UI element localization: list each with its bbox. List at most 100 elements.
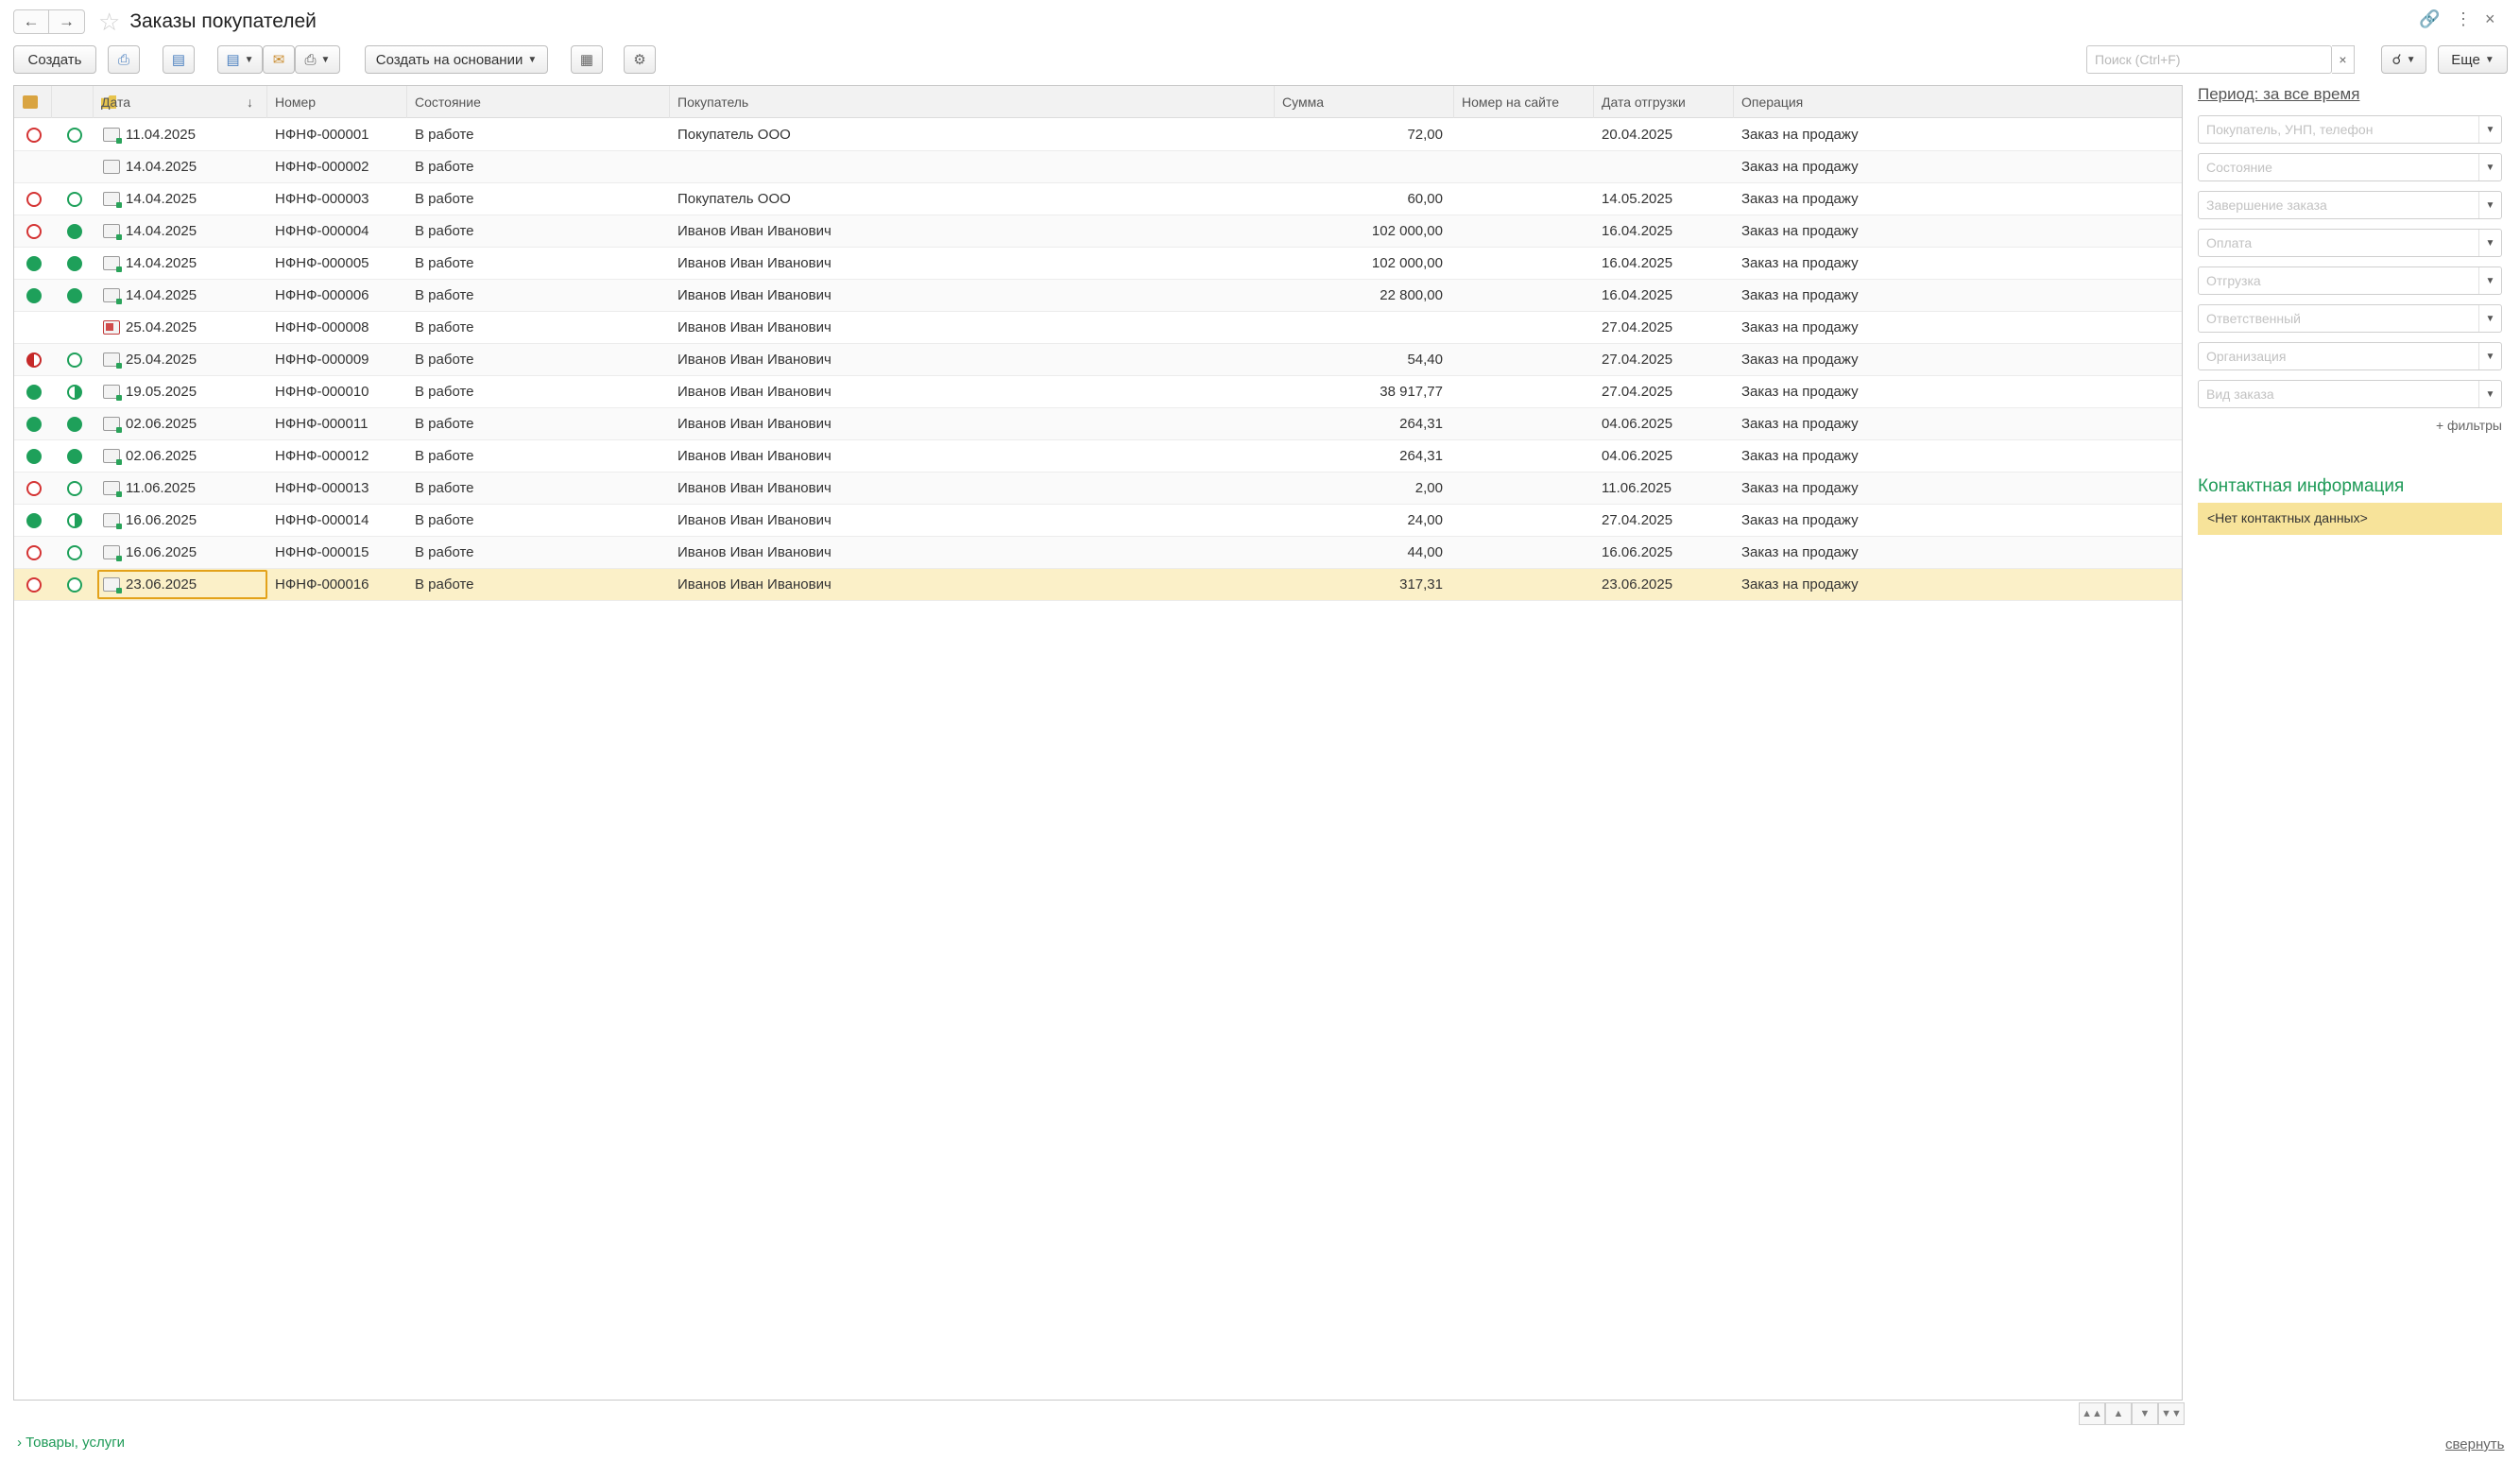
create-based-button[interactable]: Создать на основании ▼ <box>365 45 548 74</box>
table-row[interactable]: 16.06.2025 НФНФ-000015 В работе Иванов Иван… <box>14 537 2182 569</box>
table-row[interactable]: 11.04.2025 НФНФ-000001 В работе Покупатель … <box>14 119 2182 151</box>
shipment-status-icon <box>67 577 82 593</box>
search-clear-button[interactable]: × <box>2332 45 2355 74</box>
header-state[interactable]: Состояние <box>407 86 670 118</box>
payment-status-icon <box>26 449 42 464</box>
cell-op: Заказ на продажу <box>1741 576 1859 593</box>
page-title: Заказы покупателей <box>129 10 317 32</box>
chevron-down-icon[interactable]: ▼ <box>2478 230 2501 256</box>
shipment-status-icon <box>67 224 82 239</box>
header-sum[interactable]: Сумма <box>1275 86 1454 118</box>
filter-field[interactable]: Состояние ▼ <box>2198 153 2502 181</box>
star-icon[interactable]: ☆ <box>98 9 120 34</box>
search-button[interactable]: ☌ ▼ <box>2381 45 2426 74</box>
table-row[interactable]: 16.06.2025 НФНФ-000014 В работе Иванов Иван… <box>14 505 2182 537</box>
filter-field[interactable]: Ответственный ▼ <box>2198 304 2502 333</box>
cell-number: НФНФ-000014 <box>275 512 369 528</box>
structure-button[interactable]: ▦ <box>571 45 603 74</box>
header-site-number[interactable]: Номер на сайте <box>1454 86 1594 118</box>
scroll-bottom-button[interactable]: ▼▼ <box>2158 1402 2185 1425</box>
cell-buyer: Иванов Иван Иванович <box>677 576 831 593</box>
table-row[interactable]: 23.06.2025 НФНФ-000016 В работе Иванов Иван… <box>14 569 2182 601</box>
cell-date: 16.06.2025 <box>126 512 197 528</box>
cell-state: В работе <box>415 319 474 335</box>
close-icon[interactable]: × <box>2485 9 2495 29</box>
header-status-col[interactable] <box>14 86 52 118</box>
cell-ship: 27.04.2025 <box>1602 512 1673 528</box>
report-button[interactable]: ▤ <box>163 45 195 74</box>
more-button[interactable]: Еще ▼ <box>2438 45 2508 74</box>
create-button[interactable]: Создать <box>13 45 96 74</box>
search-input[interactable]: Поиск (Ctrl+F) <box>2086 45 2332 74</box>
cell-op: Заказ на продажу <box>1741 448 1859 464</box>
header-ship-date[interactable]: Дата отгрузки <box>1594 86 1734 118</box>
back-button[interactable]: ← <box>13 9 49 34</box>
chevron-down-icon[interactable]: ▼ <box>2478 305 2501 332</box>
cell-buyer: Иванов Иван Иванович <box>677 352 831 368</box>
copy-button[interactable]: ⎙ <box>108 45 140 74</box>
payment-status-icon <box>26 417 42 432</box>
table-row[interactable]: 19.05.2025 НФНФ-000010 В работе Иванов Иван… <box>14 376 2182 408</box>
shipment-status-icon <box>67 513 82 528</box>
more-filters-link[interactable]: + фильтры <box>2436 418 2502 433</box>
header-operation[interactable]: Операция <box>1734 86 2184 118</box>
payment-status-icon <box>26 385 42 400</box>
more-vertical-icon[interactable]: ⋮ <box>2455 9 2472 29</box>
table-row[interactable]: 14.04.2025 НФНФ-000003 В работе Покупатель … <box>14 183 2182 215</box>
table-row[interactable]: 11.06.2025 НФНФ-000013 В работе Иванов Иван… <box>14 473 2182 505</box>
filter-field[interactable]: Вид заказа ▼ <box>2198 380 2502 408</box>
header-buyer[interactable]: Покупатель <box>670 86 1275 118</box>
collapse-link[interactable]: свернуть <box>2445 1436 2504 1452</box>
cell-number: НФНФ-000001 <box>275 127 369 143</box>
scroll-top-button[interactable]: ▲▲ <box>2079 1402 2105 1425</box>
table-row[interactable]: 14.04.2025 НФНФ-000005 В работе Иванов Иван… <box>14 248 2182 280</box>
print-button[interactable]: ⎙ ▼ <box>295 45 340 74</box>
chevron-down-icon[interactable]: ▼ <box>2478 116 2501 143</box>
table-row[interactable]: 14.04.2025 НФНФ-000004 В работе Иванов Иван… <box>14 215 2182 248</box>
filter-field[interactable]: Организация ▼ <box>2198 342 2502 370</box>
orders-table[interactable]: Дата ↓ Номер Состояние Покупатель Сумма Н… <box>13 85 2183 1401</box>
forward-button[interactable]: → <box>49 9 85 34</box>
cell-buyer: Иванов Иван Иванович <box>677 223 831 239</box>
cell-sum: 38 917,77 <box>1380 384 1443 400</box>
filter-field[interactable]: Оплата ▼ <box>2198 229 2502 257</box>
cell-ship <box>1594 151 1734 183</box>
goods-services-toggle[interactable]: › Товары, услуги <box>17 1435 125 1451</box>
cell-date: 02.06.2025 <box>126 448 197 464</box>
cell-date: 14.04.2025 <box>126 191 197 207</box>
header-folder-col[interactable] <box>52 86 116 118</box>
chevron-down-icon[interactable]: ▼ <box>2478 381 2501 407</box>
cell-date: 19.05.2025 <box>126 384 197 400</box>
chevron-down-icon[interactable]: ▼ <box>2478 154 2501 180</box>
cell-op: Заказ на продажу <box>1741 480 1859 496</box>
attach-button[interactable]: ▤ ▼ <box>217 45 263 74</box>
filter-placeholder: Ответственный <box>2206 311 2301 326</box>
header-number[interactable]: Номер <box>267 86 407 118</box>
filter-field[interactable]: Завершение заказа ▼ <box>2198 191 2502 219</box>
header-date[interactable]: Дата ↓ <box>94 86 267 118</box>
table-row[interactable]: 02.06.2025 НФНФ-000011 В работе Иванов Иван… <box>14 408 2182 440</box>
cell-ship: 04.06.2025 <box>1602 416 1673 432</box>
table-row[interactable]: 25.04.2025 НФНФ-000008 В работе Иванов Иван… <box>14 312 2182 344</box>
filter-field[interactable]: Покупатель, УНП, телефон ▼ <box>2198 115 2502 144</box>
filter-field[interactable]: Отгрузка ▼ <box>2198 266 2502 295</box>
table-row[interactable]: 25.04.2025 НФНФ-000009 В работе Иванов Иван… <box>14 344 2182 376</box>
filter-placeholder: Организация <box>2206 349 2287 364</box>
link-icon[interactable]: 🔗 <box>2419 9 2440 29</box>
period-link[interactable]: Период: за все время <box>2198 85 2359 104</box>
scroll-down-button[interactable]: ▼ <box>2132 1402 2158 1425</box>
table-row[interactable]: 14.04.2025 НФНФ-000002 В работе Заказ на пр… <box>14 151 2182 183</box>
table-row[interactable]: 14.04.2025 НФНФ-000006 В работе Иванов Иван… <box>14 280 2182 312</box>
cell-date: 14.04.2025 <box>126 223 197 239</box>
chevron-down-icon[interactable]: ▼ <box>2478 343 2501 370</box>
table-row[interactable]: 02.06.2025 НФНФ-000012 В работе Иванов Иван… <box>14 440 2182 473</box>
mail-button[interactable]: ✉ <box>263 45 295 74</box>
cell-sum: 264,31 <box>1399 448 1443 464</box>
chevron-down-icon[interactable]: ▼ <box>2478 267 2501 294</box>
cell-op: Заказ на продажу <box>1741 127 1859 143</box>
chevron-down-icon[interactable]: ▼ <box>2478 192 2501 218</box>
cell-number: НФНФ-000009 <box>275 352 369 368</box>
settings-button[interactable]: ⚙ <box>624 45 656 74</box>
scroll-up-button[interactable]: ▲ <box>2105 1402 2132 1425</box>
payment-status-icon <box>26 256 42 271</box>
